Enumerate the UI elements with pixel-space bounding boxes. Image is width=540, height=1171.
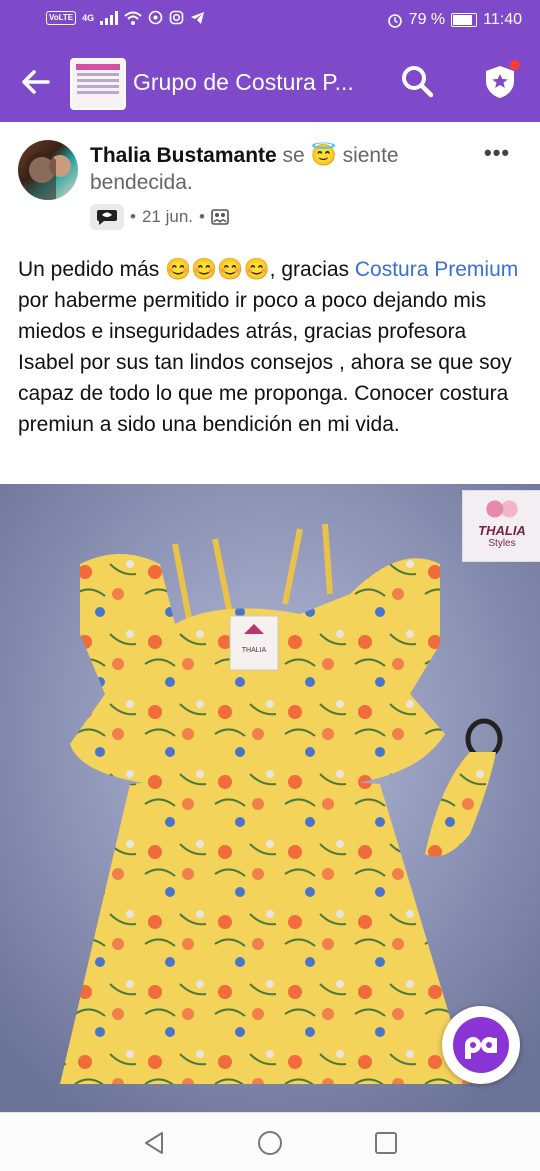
- meta-separator-2: •: [199, 207, 205, 226]
- system-navigation-bar: [0, 1112, 540, 1171]
- instagram-icon: [169, 10, 184, 25]
- avatar[interactable]: [18, 140, 78, 200]
- post-text-part2: por haberme permitido ir poco a poco dej…: [18, 289, 512, 436]
- watermark-subtitle: Styles: [488, 538, 516, 549]
- group-audience-icon: [211, 209, 229, 225]
- whatsapp-icon: [148, 10, 163, 25]
- battery-percent: 79 %: [408, 11, 446, 28]
- clock: 11:40: [483, 11, 522, 28]
- battery-icon: [451, 13, 478, 27]
- feeling-prefix: se: [276, 144, 311, 167]
- signal-icon: [100, 10, 119, 25]
- status-left: VoLTE 4G: [46, 10, 205, 25]
- meta-separator: •: [130, 207, 136, 226]
- post-text: Un pedido más 😊😊😊😊, gracias Costura Prem…: [18, 254, 528, 440]
- status-bar: VoLTE 4G 79 % 11:40: [0, 0, 540, 42]
- tag-text: THALIA: [242, 647, 267, 654]
- back-arrow-icon[interactable]: [18, 64, 54, 100]
- watermark-logo: THALIA Styles: [462, 490, 540, 562]
- post-card: Thalia Bustamante se 😇 siente bendecida.…: [0, 122, 540, 1112]
- wifi-icon: [124, 11, 142, 25]
- status-right: 79 % 11:40: [387, 11, 522, 29]
- pa-logo-icon: [453, 1017, 509, 1073]
- recents-square-icon[interactable]: [372, 1129, 400, 1157]
- back-triangle-icon[interactable]: [140, 1129, 168, 1157]
- search-icon[interactable]: [400, 64, 434, 98]
- post-meta: • 21 jun. •: [90, 204, 229, 230]
- notification-dot: [510, 60, 520, 70]
- group-link[interactable]: Costura Premium: [355, 258, 518, 281]
- app-bar: Grupo de Costura P...: [0, 42, 540, 122]
- author-name[interactable]: Thalia Bustamante: [90, 144, 277, 167]
- group-title[interactable]: Grupo de Costura P...: [133, 69, 354, 96]
- post-text-part1: Un pedido más 😊😊😊😊, gracias: [18, 258, 355, 281]
- rose-logo-icon: [484, 497, 520, 521]
- network-label: 4G: [82, 12, 95, 23]
- feeling-emoji: 😇: [310, 144, 337, 167]
- more-options-icon[interactable]: •••: [484, 140, 510, 166]
- post-header: Thalia Bustamante se 😇 siente bendecida.: [90, 142, 480, 196]
- alarm-icon: [387, 14, 402, 28]
- message-icon[interactable]: [90, 204, 124, 230]
- floating-app-button[interactable]: [442, 1006, 520, 1084]
- watermark-title: THALIA: [478, 523, 526, 538]
- volte-badge: VoLTE: [46, 10, 77, 25]
- telegram-icon: [191, 11, 205, 24]
- post-date[interactable]: 21 jun.: [142, 207, 193, 227]
- group-thumbnail[interactable]: [70, 58, 126, 110]
- home-circle-icon[interactable]: [256, 1129, 284, 1157]
